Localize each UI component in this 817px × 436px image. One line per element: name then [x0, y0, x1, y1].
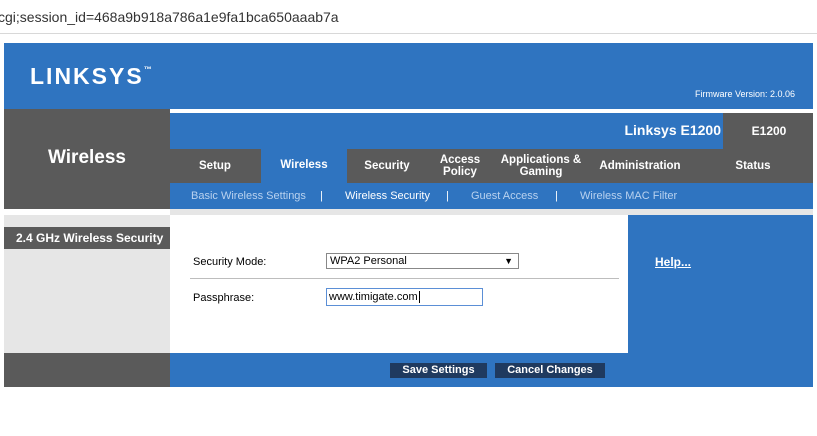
subtab-basic-wireless-settings[interactable]: Basic Wireless Settings — [191, 190, 306, 202]
help-panel: Help... — [628, 215, 813, 387]
left-footer — [4, 353, 170, 387]
security-mode-value: WPA2 Personal — [330, 255, 407, 267]
sub-nav: Basic Wireless Settings | Wireless Secur… — [170, 183, 813, 209]
header: LINKSYS™ Firmware Version: 2.0.06 — [4, 43, 813, 109]
security-mode-select[interactable]: WPA2 Personal ▼ — [326, 253, 519, 269]
model-bar: Linksys E1200 E1200 — [170, 113, 813, 149]
form-divider — [190, 278, 619, 279]
tab-security[interactable]: Security — [347, 149, 427, 183]
passphrase-input[interactable]: www.timigate.com — [326, 288, 483, 306]
url-text[interactable]: cgi;session_id=468a9b918a786a1e9fa1bca65… — [0, 9, 339, 25]
tab-wireless[interactable]: Wireless — [261, 147, 347, 183]
subtab-wireless-security[interactable]: Wireless Security — [345, 190, 430, 202]
tab-applications-gaming[interactable]: Applications & Gaming — [493, 149, 589, 183]
firmware-version: Firmware Version: 2.0.06 — [694, 89, 795, 99]
model-name: Linksys E1200 — [624, 122, 721, 138]
subtab-wireless-mac-filter[interactable]: Wireless MAC Filter — [580, 190, 677, 202]
subnav-separator: | — [320, 190, 323, 202]
model-badge: E1200 — [723, 113, 813, 149]
address-bar[interactable]: cgi;session_id=468a9b918a786a1e9fa1bca65… — [0, 0, 817, 34]
form-footer: Save Settings Cancel Changes — [170, 353, 628, 387]
save-settings-button[interactable]: Save Settings — [390, 363, 487, 378]
help-link[interactable]: Help... — [655, 255, 691, 269]
dropdown-arrow-icon: ▼ — [504, 256, 513, 266]
tab-status[interactable]: Status — [713, 149, 793, 183]
section-header: Wireless — [4, 109, 170, 209]
main-nav: Setup Wireless Security Access Policy Ap… — [170, 147, 813, 183]
security-mode-label: Security Mode: — [193, 256, 267, 268]
subnav-separator: | — [446, 190, 449, 202]
passphrase-value: www.timigate.com — [329, 291, 418, 303]
page-title: Wireless — [48, 147, 126, 168]
subnav-separator: | — [555, 190, 558, 202]
router-admin-page: LINKSYS™ Firmware Version: 2.0.06 Wirele… — [4, 43, 813, 387]
settings-form: Security Mode: WPA2 Personal ▼ Passphras… — [170, 215, 628, 353]
text-caret — [418, 291, 420, 304]
tab-setup[interactable]: Setup — [170, 149, 260, 183]
cancel-changes-button[interactable]: Cancel Changes — [495, 363, 605, 378]
linksys-logo: LINKSYS™ — [30, 63, 152, 89]
tab-access-policy[interactable]: Access Policy — [427, 149, 493, 183]
passphrase-label: Passphrase: — [193, 292, 255, 304]
panel-title: 2.4 GHz Wireless Security — [4, 227, 170, 249]
subtab-guest-access[interactable]: Guest Access — [471, 190, 538, 202]
tab-administration[interactable]: Administration — [589, 149, 691, 183]
